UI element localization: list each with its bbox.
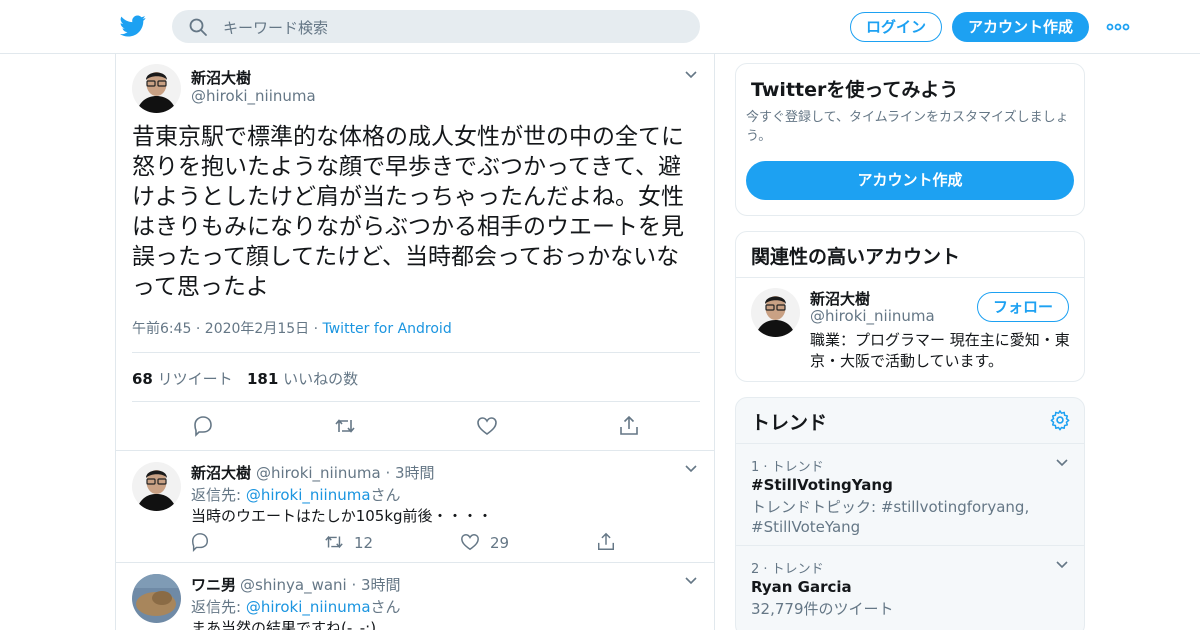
trend-description: トレンドトピック: #stillvotingforyang, #StillVot… (751, 498, 1030, 536)
trends-card: トレンド 1 · トレンド #StillVotingYang トレンドトピック:… (735, 397, 1085, 630)
gear-icon[interactable] (1049, 409, 1071, 431)
related-card-title: 関連性の高いアカウント (751, 246, 961, 268)
divider (736, 277, 1084, 278)
main-timeline: 新沼大樹 @hiroki_niinuma 昔東京駅で標準的な体格の成人女性が世の… (115, 54, 715, 630)
twitter-bird-icon[interactable] (119, 13, 147, 39)
reply-author-name[interactable]: ワニ男 (191, 574, 236, 595)
trends-title: トレンド (751, 412, 828, 434)
chevron-down-icon[interactable] (684, 576, 698, 586)
retweet-stat[interactable]: 68 リツイート (132, 368, 233, 389)
reply-like-count: 29 (490, 534, 510, 552)
search-icon (189, 18, 207, 36)
retweet-label: リツイート (157, 370, 233, 388)
tweet-timestamp[interactable]: 午前6:45 · 2020年2月15日 (132, 321, 309, 337)
author-name[interactable]: 新沼大樹 (191, 67, 251, 88)
like-stat[interactable]: 181 いいねの数 (247, 368, 358, 389)
signup-card-title: Twitterを使ってみよう (751, 79, 959, 101)
related-avatar[interactable] (751, 288, 800, 337)
reply-to-link[interactable]: @hiroki_niinuma (246, 598, 371, 616)
reply-author-name[interactable]: 新沼大樹 (191, 462, 251, 483)
related-handle[interactable]: @hiroki_niinuma (810, 307, 935, 325)
retweet-icon[interactable] (324, 532, 344, 552)
trend-rank: 1 · トレンド (751, 460, 824, 475)
reply-icon[interactable] (192, 415, 214, 437)
trend-name: #StillVotingYang (751, 476, 893, 494)
reply-prefix: 返信先: (191, 486, 246, 504)
related-accounts-card: 関連性の高いアカウント 新沼大樹 @hiroki_niinuma フォロー 職業… (735, 231, 1085, 382)
retweet-count: 68 (132, 370, 153, 388)
like-icon[interactable] (476, 415, 498, 437)
tweet-stats: 68 リツイート 181 いいねの数 (132, 352, 700, 402)
more-options-icon[interactable] (1106, 20, 1130, 34)
reply-icon[interactable] (190, 532, 210, 552)
chevron-down-icon[interactable] (1055, 458, 1069, 468)
chevron-down-icon[interactable] (684, 464, 698, 474)
signup-button[interactable]: アカウント作成 (952, 12, 1089, 42)
trend-rank: 2 · トレンド (751, 562, 824, 577)
chevron-down-icon[interactable] (684, 70, 698, 80)
author-avatar[interactable] (132, 64, 181, 113)
reply-author-meta[interactable]: @shinya_wani · 3時間 (240, 574, 401, 595)
trend-item[interactable]: 2 · トレンド Ryan Garcia 32,779件のツイート (736, 545, 1084, 630)
reply-author-meta[interactable]: @hiroki_niinuma · 3時間 (256, 462, 435, 483)
reply-to-link[interactable]: @hiroki_niinuma (246, 486, 371, 504)
search-placeholder: キーワード検索 (223, 19, 329, 37)
signup-card-button[interactable]: アカウント作成 (746, 161, 1074, 200)
related-bio: 職業：プログラマー 現在主に愛知・東京・大阪で活動しています。 (810, 331, 1070, 370)
reply-suffix: さん (370, 486, 401, 504)
reply-avatar[interactable] (132, 462, 181, 511)
meta-separator: · (309, 321, 323, 337)
login-button[interactable]: ログイン (850, 12, 942, 42)
reply-text: まあ当然の結果ですね(-_-;) (191, 619, 377, 630)
reply-avatar[interactable] (132, 574, 181, 623)
like-count: 181 (247, 370, 279, 388)
trend-name: Ryan Garcia (751, 578, 852, 596)
chevron-down-icon[interactable] (1055, 560, 1069, 570)
search-box[interactable]: キーワード検索 (172, 10, 700, 43)
reply-suffix: さん (370, 598, 401, 616)
like-label: いいねの数 (283, 370, 359, 388)
related-name[interactable]: 新沼大樹 (810, 288, 870, 309)
follow-button[interactable]: フォロー (977, 292, 1069, 322)
tweet-actions (132, 410, 700, 444)
trend-description: 32,779件のツイート (751, 600, 894, 618)
reply-text: 当時のウエートはたしか105kg前後・・・・ (191, 507, 493, 525)
reply-retweet-count: 12 (354, 534, 374, 552)
signup-card: Twitterを使ってみよう 今すぐ登録して、タイムラインをカスタマイズしましょ… (735, 63, 1085, 216)
top-navbar: キーワード検索 ログイン アカウント作成 (0, 0, 1200, 54)
reply-prefix: 返信先: (191, 598, 246, 616)
reply-to-line: 返信先: @hiroki_niinumaさん (191, 596, 401, 617)
retweet-icon[interactable] (334, 415, 356, 437)
tweet-text: 昔東京駅で標準的な体格の成人女性が世の中の全てに怒りを抱いたような顔で早歩きでぶ… (132, 124, 684, 300)
trend-item[interactable]: 1 · トレンド #StillVotingYang トレンドトピック: #sti… (736, 443, 1084, 545)
reply-to-line: 返信先: @hiroki_niinumaさん (191, 484, 401, 505)
signup-card-description: 今すぐ登録して、タイムラインをカスタマイズしましょう。 (746, 110, 1069, 144)
tweet-meta: 午前6:45 · 2020年2月15日 · Twitter for Androi… (132, 318, 452, 338)
divider (116, 450, 714, 451)
tweet-source[interactable]: Twitter for Android (323, 321, 452, 337)
divider (116, 562, 714, 563)
author-handle[interactable]: @hiroki_niinuma (191, 87, 316, 105)
like-icon[interactable] (460, 532, 480, 552)
share-icon[interactable] (618, 415, 640, 437)
share-icon[interactable] (596, 532, 616, 552)
